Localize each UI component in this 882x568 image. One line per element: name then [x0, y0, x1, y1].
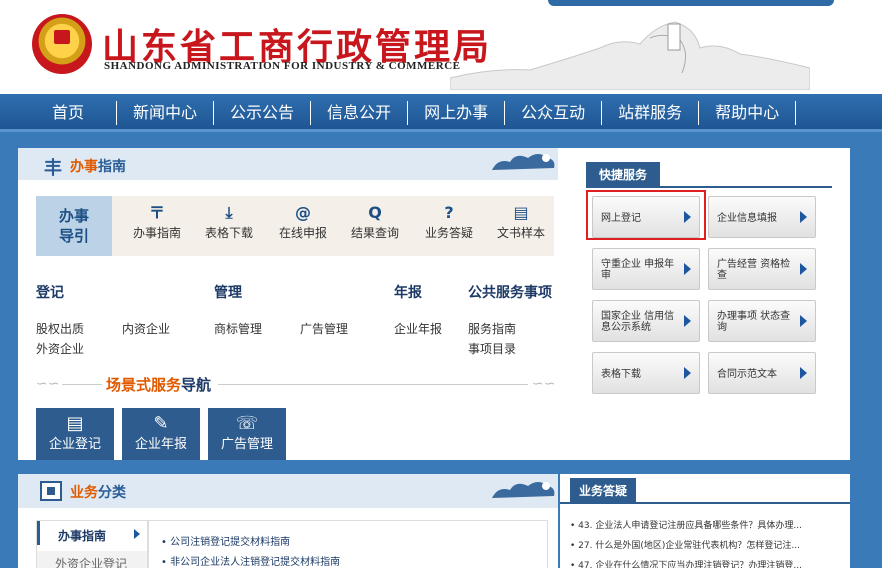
main-content: 丰 办事指南 办事 导引 〒 办事指南 ⤓ 表格下载 @ 在线申报 Q 结果查询… — [0, 134, 882, 568]
link-foreign-enterprise[interactable]: 外资企业 — [36, 340, 84, 357]
list-item[interactable]: 43. 企业法人申请登记注册应具备哪些条件？具体办理... — [570, 518, 842, 531]
arrow-right-icon — [800, 211, 807, 223]
nav-home[interactable]: 首页 — [20, 101, 118, 125]
nav-site-services[interactable]: 站群服务 — [602, 101, 700, 125]
quick-services-panel: 快捷服务 网上登记 企业信息填报 守重企业 申报年审 广告经营 资格检查 国家企… — [570, 148, 850, 460]
link-domestic-enterprise[interactable]: 内资企业 — [122, 320, 170, 337]
scene-button-enterprise-registration[interactable]: ▤ 企业登记 — [36, 408, 114, 460]
quick-online-registration-button[interactable]: 网上登记 — [592, 196, 700, 238]
nav-help-center[interactable]: 帮助中心 — [699, 101, 797, 125]
guide-item-document-samples[interactable]: ▤ 文书样本 — [488, 202, 554, 252]
arrow-right-icon — [800, 263, 807, 275]
faq-panel: 业务答疑 43. 企业法人申请登记注册应具备哪些条件？具体办理... 27. 什… — [560, 474, 850, 568]
side-item-handbook[interactable]: 办事指南 — [37, 521, 147, 545]
arrow-right-icon — [684, 211, 691, 223]
link-ad-management[interactable]: 广告管理 — [300, 320, 348, 337]
guide-item-result-query[interactable]: Q 结果查询 — [342, 202, 408, 252]
cloud-ornament-icon — [492, 154, 555, 170]
guide-item-form-download[interactable]: ⤓ 表格下载 — [196, 202, 262, 252]
arrow-right-icon — [684, 315, 691, 327]
business-categories-header: 业务分类 — [18, 474, 558, 508]
business-categories-panel: 业务分类 办事指南 外资企业登记 公司注销登记提交材料指南 非公司企业法人注销登… — [18, 474, 558, 568]
swirl-ornament-icon: ∽∽ — [532, 376, 556, 392]
quick-ad-qualification-button[interactable]: 广告经营 资格检查 — [708, 248, 816, 290]
cloud-ornament-icon — [492, 482, 555, 498]
swirl-ornament-icon: ∽∽ — [36, 376, 60, 392]
guide-badge: 办事 导引 — [36, 196, 112, 256]
nav-notices[interactable]: 公示公告 — [214, 101, 312, 125]
quick-enterprise-info-button[interactable]: 企业信息填报 — [708, 196, 816, 238]
signpost-icon: 〒 — [148, 203, 165, 222]
quick-status-query-button[interactable]: 办理事项 状态查询 — [708, 300, 816, 342]
national-emblem-icon — [32, 14, 92, 74]
business-side-menu: 办事指南 外资企业登记 — [36, 520, 148, 568]
quick-services-title: 快捷服务 — [586, 162, 660, 188]
category-manage-heading: 管理 — [214, 285, 242, 301]
scene-nav-title: ∽∽ 场景式服务导航 ∽∽ — [36, 376, 556, 394]
nav-news[interactable]: 新闻中心 — [117, 101, 215, 125]
arrow-right-icon — [684, 263, 691, 275]
faq-title: 业务答疑 — [570, 478, 636, 504]
faq-header: 业务答疑 — [560, 474, 850, 504]
arrow-right-icon — [800, 367, 807, 379]
document-icon: ▤ — [513, 203, 529, 222]
guide-panel-title: 办事指南 — [70, 159, 126, 175]
download-icon: ⤓ — [225, 203, 233, 222]
guide-icon: 丰 — [44, 158, 62, 179]
scene-button-annual-report[interactable]: ✎ 企业年报 — [122, 408, 200, 460]
arrow-right-icon — [684, 367, 691, 379]
quick-services-header: 快捷服务 — [586, 162, 832, 188]
link-service-guide[interactable]: 服务指南 — [468, 320, 516, 337]
category-register-heading: 登记 — [36, 285, 64, 301]
business-link-list: 公司注销登记提交材料指南 非公司企业法人注销登记提交材料指南 — [148, 520, 548, 568]
nav-public-interaction[interactable]: 公众互动 — [505, 101, 603, 125]
guide-panel: 丰 办事指南 办事 导引 〒 办事指南 ⤓ 表格下载 @ 在线申报 Q 结果查询… — [18, 148, 570, 460]
register-doc-icon: ▤ — [66, 413, 84, 434]
at-sign-icon: @ — [295, 203, 311, 222]
main-nav: 首页 新闻中心 公示公告 信息公开 网上办事 公众互动 站群服务 帮助中心 — [0, 94, 882, 132]
quick-contract-template-button[interactable]: 合同示范文本 — [708, 352, 816, 394]
business-categories-title: 业务分类 — [70, 485, 126, 501]
side-item-foreign-registration[interactable]: 外资企业登记 — [37, 551, 147, 568]
chart-pen-icon: ✎ — [153, 413, 169, 434]
arrow-right-icon — [134, 529, 140, 539]
header-top-bar — [548, 0, 834, 6]
link-trademark-management[interactable]: 商标管理 — [214, 320, 262, 337]
category-annual-heading: 年报 — [394, 285, 422, 301]
guide-item-faq[interactable]: ? 业务答疑 — [416, 202, 482, 252]
list-item[interactable]: 公司注销登记提交材料指南 — [161, 533, 290, 548]
list-item[interactable]: 27. 什么是外国(地区)企业常驻代表机构？怎样登记注... — [570, 538, 842, 551]
category-box-icon — [40, 481, 62, 501]
quick-credit-info-button[interactable]: 国家企业 信用信息公示系统 — [592, 300, 700, 342]
link-equity-pledge[interactable]: 股权出质 — [36, 320, 84, 337]
guide-toolbar: 办事 导引 〒 办事指南 ⤓ 表格下载 @ 在线申报 Q 结果查询 ? 业务答疑 — [36, 196, 554, 256]
guide-panel-header: 丰 办事指南 — [18, 148, 558, 180]
quick-form-download-button[interactable]: 表格下载 — [592, 352, 700, 394]
list-item[interactable]: 非公司企业法人注销登记提交材料指南 — [161, 553, 340, 568]
guide-item-online-filing[interactable]: @ 在线申报 — [270, 202, 336, 252]
mountain-illustration — [450, 21, 810, 90]
site-header: 山东省工商行政管理局 SHANDONG ADMINISTRATION FOR I… — [0, 0, 882, 94]
quick-annual-review-button[interactable]: 守重企业 申报年审 — [592, 248, 700, 290]
link-annual-report[interactable]: 企业年报 — [394, 320, 442, 337]
list-item[interactable]: 47. 企业在什么情况下应当办理注销登记？办理注销登... — [570, 558, 842, 568]
site-title-english: SHANDONG ADMINISTRATION FOR INDUSTRY & C… — [104, 60, 461, 72]
nav-online-services[interactable]: 网上办事 — [408, 101, 506, 125]
megaphone-icon: ☏ — [235, 413, 259, 434]
search-icon: Q — [368, 203, 382, 222]
scene-button-ad-management[interactable]: ☏ 广告管理 — [208, 408, 286, 460]
arrow-right-icon — [800, 315, 807, 327]
guide-item-handbook[interactable]: 〒 办事指南 — [124, 202, 190, 252]
category-public-heading: 公共服务事项 — [468, 285, 552, 301]
link-item-catalog[interactable]: 事项目录 — [468, 340, 516, 357]
nav-info-disclosure[interactable]: 信息公开 — [311, 101, 409, 125]
question-icon: ? — [444, 203, 454, 222]
